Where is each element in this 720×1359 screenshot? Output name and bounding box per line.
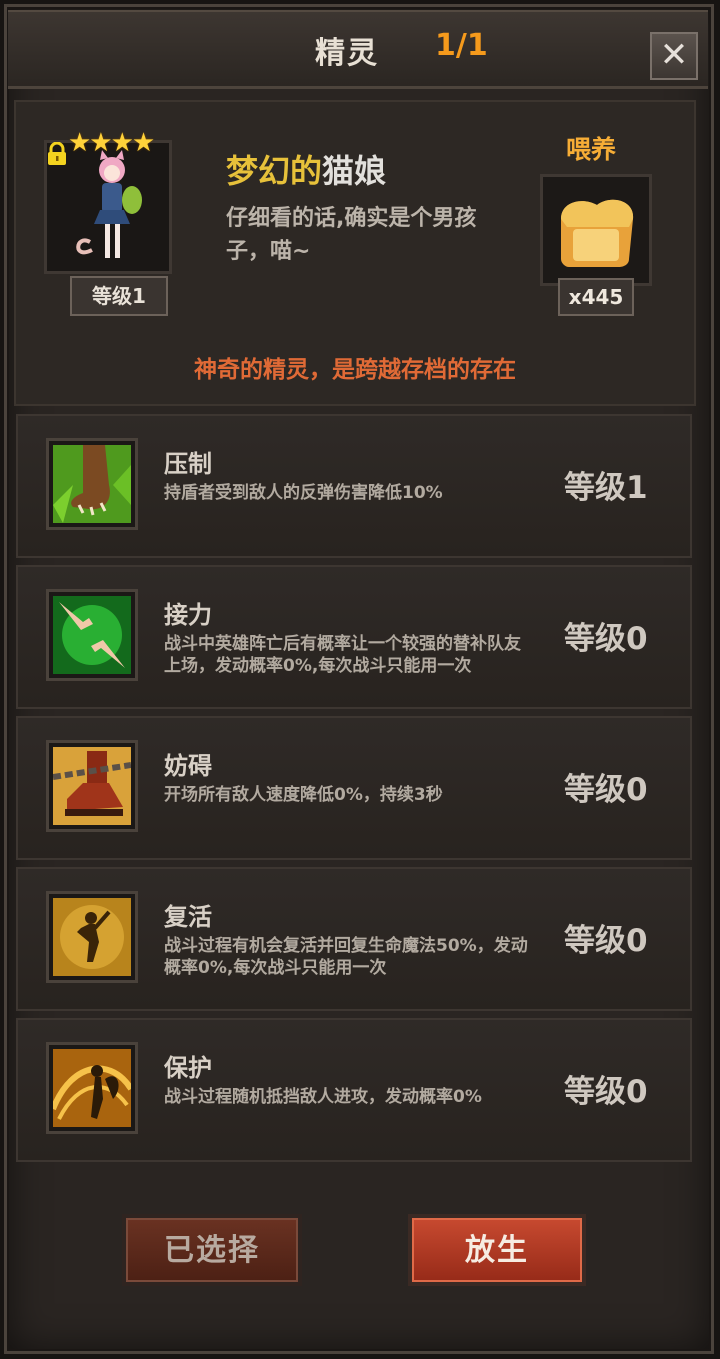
selected-button[interactable]: 已选择	[122, 1214, 302, 1286]
close-button[interactable]: ✕	[650, 32, 698, 80]
food-count: x445	[558, 278, 634, 316]
skill-description: 持盾者受到敌人的反弹伤害降低10%	[164, 483, 443, 503]
cat-girl-portrait	[76, 150, 142, 258]
skill-icon-frame	[46, 1042, 138, 1134]
skill-row[interactable]: 接力 战斗中英雄阵亡后有概率让一个较强的替补队友上场，发动概率0%,每次战斗只能…	[16, 565, 692, 709]
spirit-name-prefix: 梦幻的	[226, 152, 323, 190]
skill-description: 战斗过程有机会复活并回复生命魔法50%，发动概率0%,每次战斗只能用一次	[164, 936, 528, 978]
skill-name: 妨碍	[164, 752, 212, 780]
hands-icon	[53, 596, 131, 674]
skill-row[interactable]: 保护 战斗过程随机抵挡敌人进攻，发动概率0% 等级0	[16, 1018, 692, 1162]
skill-name: 接力	[164, 601, 212, 629]
spirit-name: 梦幻的猫娘	[226, 146, 386, 192]
skill-description: 战斗过程随机抵挡敌人进攻，发动概率0%	[164, 1087, 482, 1107]
skill-row[interactable]: 妨碍 开场所有敌人速度降低0%，持续3秒 等级0	[16, 716, 692, 860]
skill-level: 等级0	[564, 621, 648, 657]
revive-icon	[53, 898, 131, 976]
skill-icon-frame	[46, 438, 138, 530]
protect-icon	[53, 1049, 131, 1127]
skill-description: 开场所有敌人速度降低0%，持续3秒	[164, 785, 443, 805]
spirit-tagline: 神奇的精灵，是跨越存档的存在	[194, 357, 516, 383]
skill-name: 压制	[164, 450, 212, 478]
skill-name: 保护	[164, 1054, 212, 1082]
skill-name: 复活	[164, 903, 212, 931]
lock-icon	[48, 142, 66, 165]
feed-button[interactable]	[540, 174, 652, 286]
spirit-level-tag: 等级1	[70, 276, 168, 316]
spirit-count: 1/1	[435, 28, 488, 63]
title-bar: 精灵 1/1 ✕	[8, 10, 708, 89]
bread-icon	[561, 199, 634, 267]
feed-label: 喂养	[566, 135, 617, 164]
chained-boot-icon	[53, 747, 131, 825]
dialog-title: 精灵	[315, 36, 379, 71]
release-button[interactable]: 放生	[408, 1214, 586, 1286]
skill-row[interactable]: 压制 持盾者受到敌人的反弹伤害降低10% 等级1	[16, 414, 692, 558]
skill-level: 等级1	[564, 470, 648, 506]
skill-icon-frame	[46, 891, 138, 983]
skill-row[interactable]: 复活 战斗过程有机会复活并回复生命魔法50%，发动概率0%,每次战斗只能用一次 …	[16, 867, 692, 1011]
skill-level: 等级0	[564, 772, 648, 808]
spirit-description: 仔细看的话,确实是个男孩子，喵~	[226, 206, 477, 264]
claw-icon	[53, 445, 131, 523]
skill-level: 等级0	[564, 923, 648, 959]
skill-icon-frame	[46, 740, 138, 832]
skill-description: 战斗中英雄阵亡后有概率让一个较强的替补队友上场，发动概率0%,每次战斗只能用一次	[164, 634, 521, 676]
spirit-name-suffix: 猫娘	[322, 152, 387, 190]
close-icon: ✕	[659, 35, 689, 75]
skill-level: 等级0	[564, 1074, 648, 1110]
skill-icon-frame	[46, 589, 138, 681]
